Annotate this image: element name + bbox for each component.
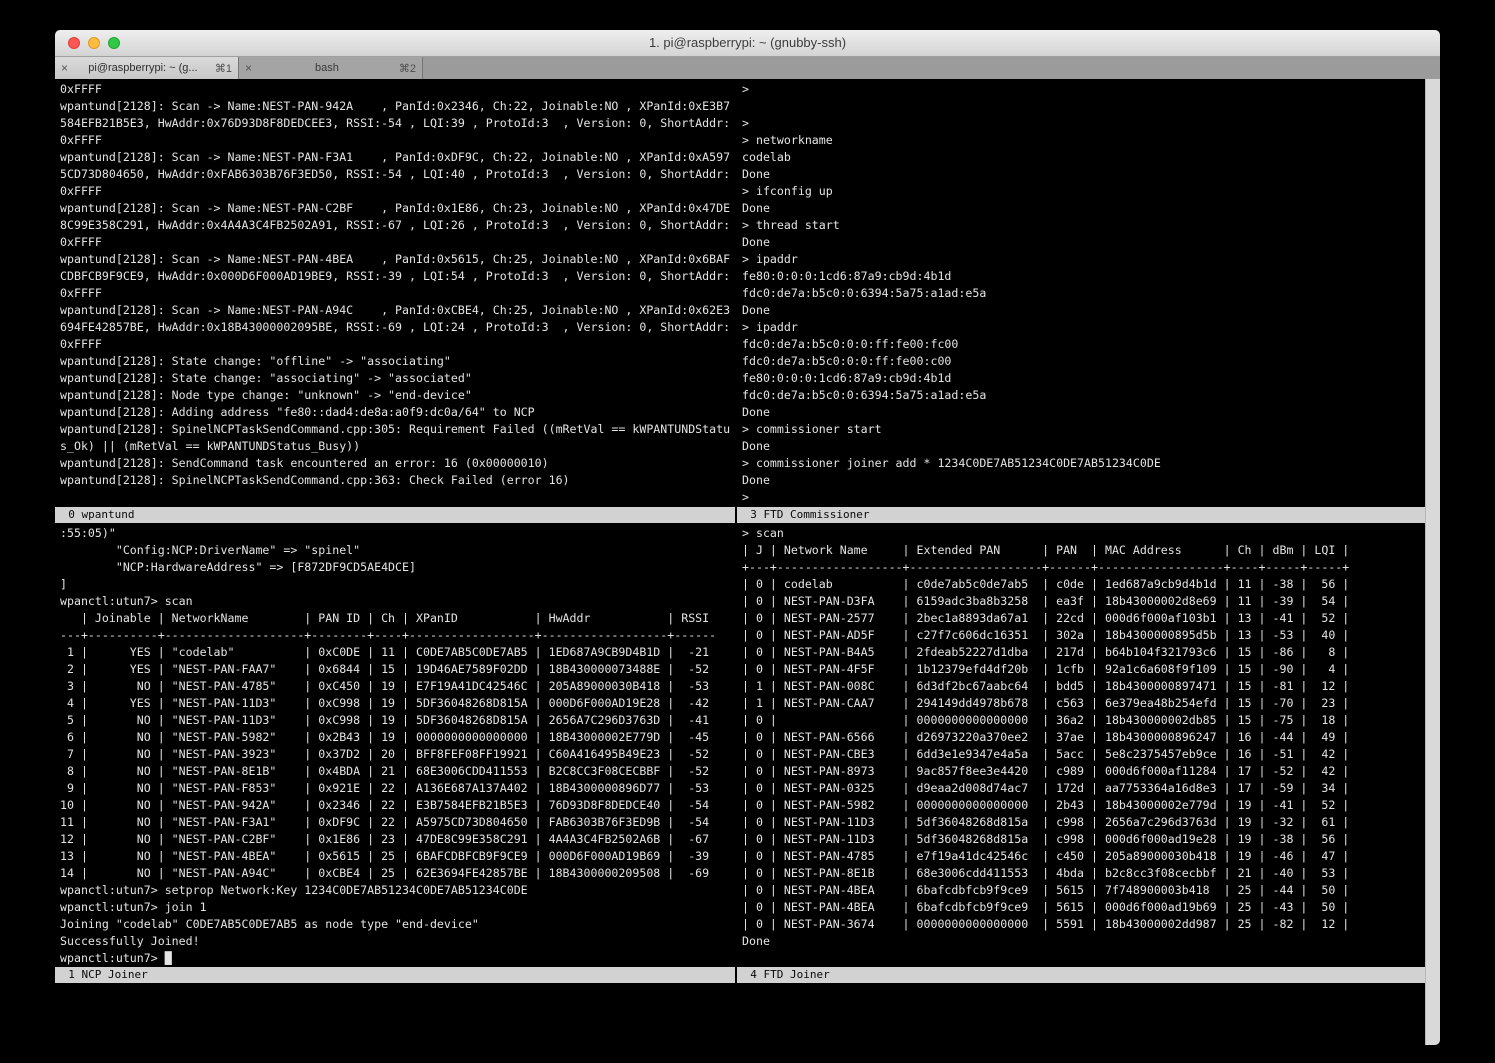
pane-ncp-joiner[interactable]: :55:05)" "Config:NCP:DriverName" => "spi… xyxy=(55,523,735,967)
tab-bar: × pi@raspberrypi: ~ (g... ⌘1 × bash ⌘2 xyxy=(55,57,1440,79)
pane-ftd-joiner[interactable]: > scan | J | Network Name | Extended PAN… xyxy=(737,523,1425,967)
tab-ssh-label: pi@raspberrypi: ~ (g... xyxy=(75,62,211,74)
pane-wpantund[interactable]: 0xFFFF wpantund[2128]: Scan -> Name:NEST… xyxy=(55,79,735,507)
pane-status-ftd-commissioner: 3 FTD Commissioner xyxy=(737,507,1425,523)
minimize-button[interactable] xyxy=(88,37,100,49)
desktop-background: 1. pi@raspberrypi: ~ (gnubby-ssh) × pi@r… xyxy=(0,0,1495,1063)
tab-bar-filler xyxy=(423,57,1440,79)
terminal-content: 0xFFFF wpantund[2128]: Scan -> Name:NEST… xyxy=(55,79,1440,1045)
titlebar[interactable]: 1. pi@raspberrypi: ~ (gnubby-ssh) xyxy=(55,30,1440,57)
tab-bash-shortcut: ⌘2 xyxy=(399,62,416,75)
scrollbar[interactable] xyxy=(1425,79,1440,1045)
close-button[interactable] xyxy=(68,37,80,49)
pane-status-wpantund: 0 wpantund xyxy=(55,507,735,523)
tab-close-icon[interactable]: × xyxy=(245,57,259,79)
tab-ssh[interactable]: × pi@raspberrypi: ~ (g... ⌘1 xyxy=(55,57,239,79)
traffic-lights xyxy=(68,37,120,49)
zoom-button[interactable] xyxy=(108,37,120,49)
tab-ssh-shortcut: ⌘1 xyxy=(215,62,232,75)
tab-close-icon[interactable]: × xyxy=(61,57,75,79)
window-title: 1. pi@raspberrypi: ~ (gnubby-ssh) xyxy=(55,30,1440,56)
pane-status-ncp-joiner: 1 NCP Joiner xyxy=(55,967,735,983)
tab-bash[interactable]: × bash ⌘2 xyxy=(239,57,423,79)
tab-bash-label: bash xyxy=(259,62,395,74)
terminal-window: 1. pi@raspberrypi: ~ (gnubby-ssh) × pi@r… xyxy=(55,30,1440,1045)
pane-ftd-commissioner[interactable]: > > > networkname codelab Done > ifconfi… xyxy=(737,79,1425,507)
pane-status-ftd-joiner: 4 FTD Joiner xyxy=(737,967,1425,983)
terminal-empty-area xyxy=(55,983,1425,1045)
